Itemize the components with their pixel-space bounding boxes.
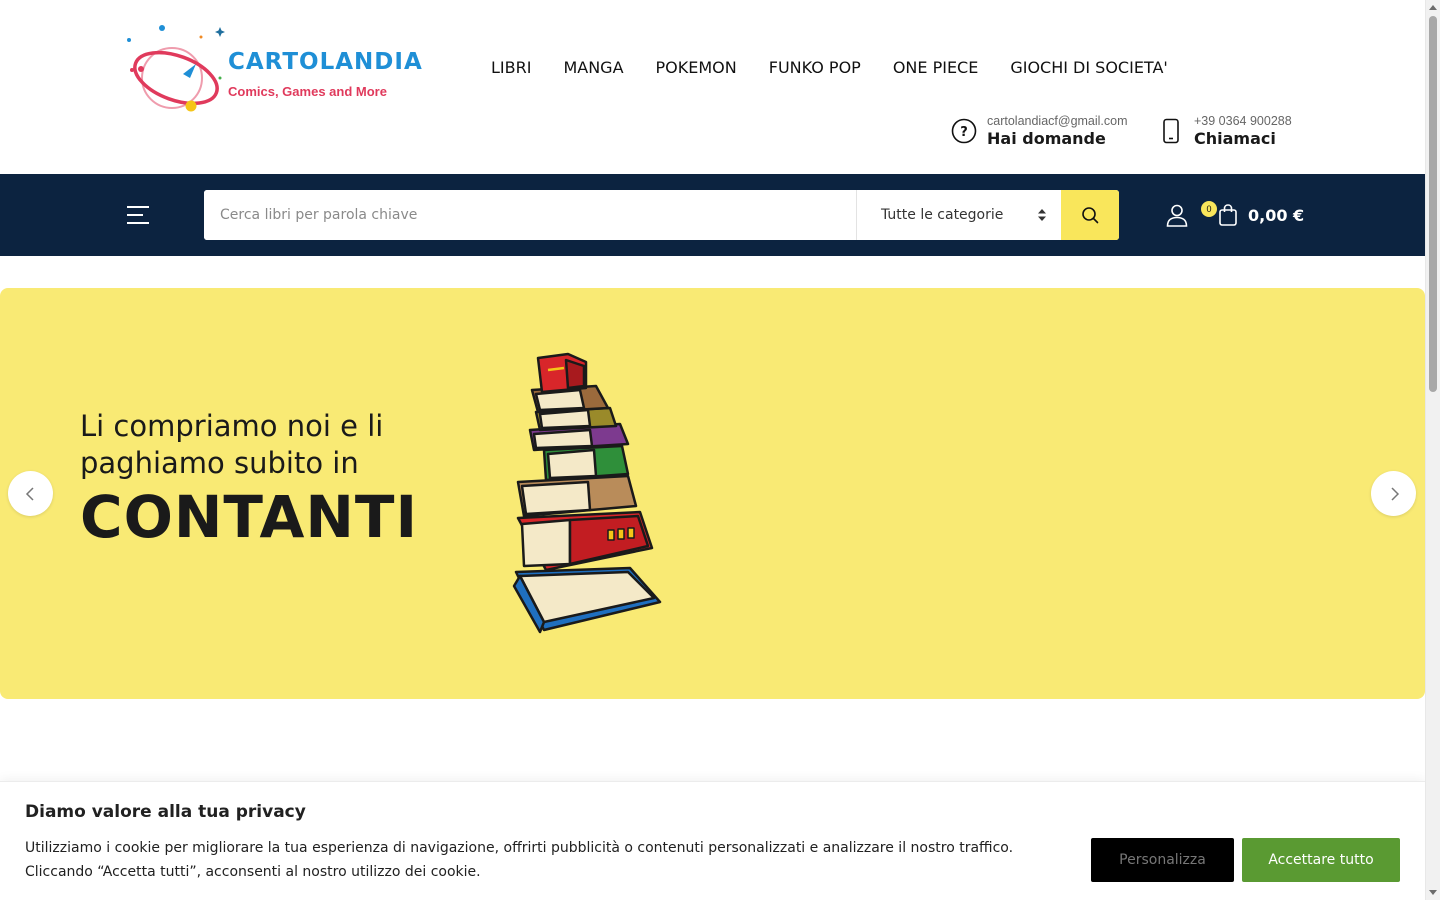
updown-arrows-icon	[1038, 209, 1046, 221]
scroll-up-arrow-icon[interactable]	[1429, 5, 1437, 10]
cart-count-badge: 0	[1201, 201, 1217, 217]
hero-heading: Li compriamo noi e li paghiamo subito in	[80, 408, 383, 482]
search-button[interactable]	[1061, 190, 1119, 240]
nav-item-libri[interactable]: LIBRI	[491, 58, 531, 77]
search-form: Tutte le categorie	[204, 190, 1119, 240]
cart-button[interactable]: 0 0,00 €	[1201, 200, 1305, 230]
category-select[interactable]: Tutte le categorie	[856, 190, 1061, 240]
cookie-accept-button[interactable]: Accettare tutto	[1242, 838, 1400, 882]
shopping-bag-icon	[1219, 204, 1237, 226]
cookie-title: Diamo valore alla tua privacy	[25, 802, 306, 822]
vertical-scrollbar[interactable]	[1425, 0, 1440, 900]
svg-text:?: ?	[960, 125, 968, 140]
contact-phone[interactable]: +39 0364 900288 Chiamaci	[1158, 113, 1292, 149]
nav-item-funko-pop[interactable]: FUNKO POP	[769, 58, 861, 77]
nav-item-one-piece[interactable]: ONE PIECE	[893, 58, 979, 77]
category-select-value: Tutte le categorie	[881, 207, 1004, 223]
site-logo[interactable]: CARTOLANDIA Comics, Games and More	[126, 22, 430, 116]
brand-tagline: Comics, Games and More	[228, 84, 387, 99]
contact-email-label: Hai domande	[987, 129, 1106, 148]
cart-total: 0,00 €	[1248, 205, 1305, 225]
contact-email-address: cartolandiacf@gmail.com	[987, 114, 1128, 128]
cookie-text: Utilizziamo i cookie per migliorare la t…	[25, 840, 1014, 880]
brand-name: CARTOLANDIA	[228, 49, 423, 75]
contact-email[interactable]: ? cartolandiacf@gmail.com Hai domande	[951, 113, 1128, 149]
contact-phone-number: +39 0364 900288	[1194, 114, 1292, 128]
book-stack-illustration	[512, 352, 662, 634]
nav-item-giochi-di-societa[interactable]: GIOCHI DI SOCIETA'	[1010, 58, 1167, 77]
contact-phone-label: Chiamaci	[1194, 129, 1276, 148]
scroll-down-arrow-icon[interactable]	[1429, 890, 1437, 895]
slider-next-button[interactable]	[1371, 471, 1416, 516]
logo-orbit-icon	[127, 25, 225, 112]
chevron-right-icon	[1390, 486, 1399, 501]
hero-line-2: paghiamo subito in	[80, 446, 359, 480]
page: CARTOLANDIA Comics, Games and More LIBRI…	[0, 0, 1425, 900]
main-navigation: LIBRI MANGA POKEMON FUNKO POP ONE PIECE …	[491, 58, 1200, 77]
nav-item-manga[interactable]: MANGA	[563, 58, 623, 77]
slider-prev-button[interactable]	[8, 471, 53, 516]
smartphone-icon	[1163, 118, 1179, 144]
hero-line-1: Li compriamo noi e li	[80, 409, 384, 443]
search-icon	[1082, 207, 1099, 224]
nav-item-pokemon[interactable]: POKEMON	[656, 58, 737, 77]
cookie-banner: Diamo valore alla tua privacy Utilizziam…	[0, 781, 1425, 900]
hero-highlight: CONTANTI	[80, 483, 419, 551]
chevron-left-icon	[25, 486, 34, 501]
search-input[interactable]	[204, 190, 856, 240]
hero-slider: Li compriamo noi e li paghiamo subito in…	[0, 288, 1425, 699]
scrollbar-thumb[interactable]	[1429, 16, 1437, 392]
cookie-customize-button[interactable]: Personalizza	[1091, 838, 1234, 882]
user-account-icon[interactable]	[1165, 203, 1189, 227]
hamburger-menu-icon[interactable]	[127, 206, 149, 224]
question-circle-icon: ?	[951, 118, 977, 144]
